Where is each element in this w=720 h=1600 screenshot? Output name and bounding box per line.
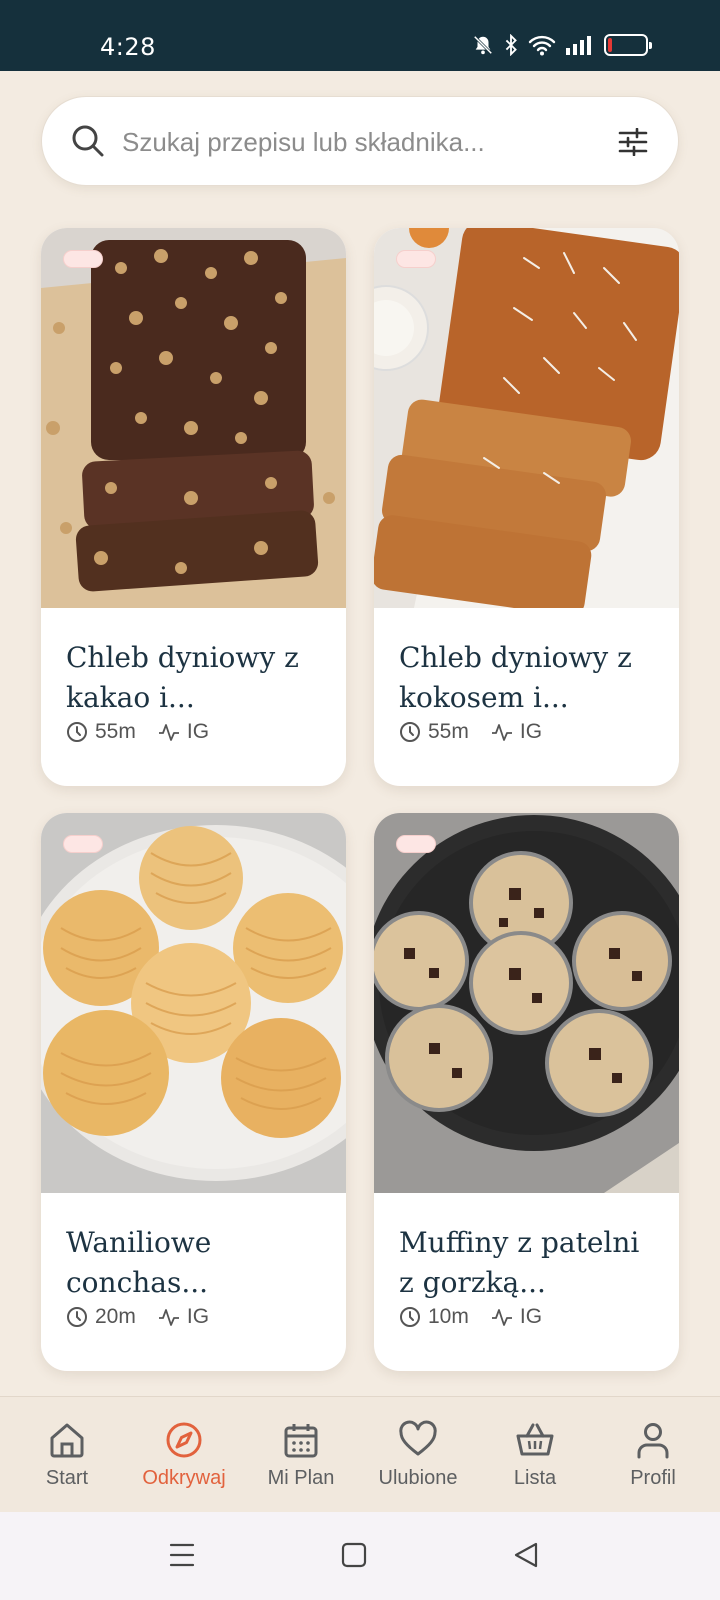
nav-item-start[interactable]: Start (12, 1419, 122, 1490)
recipe-time: 55m (95, 720, 136, 743)
pulse-icon (158, 1309, 179, 1326)
home-square-icon[interactable] (341, 1540, 367, 1570)
pulse-icon (491, 1309, 512, 1326)
recipe-card[interactable]: Chleb dyniowy z kakao i... 55m IG (41, 228, 346, 786)
nav-item-mi-plan[interactable]: Mi Plan (246, 1419, 356, 1490)
pulse-icon (158, 724, 179, 741)
nav-label: Mi Plan (267, 1467, 335, 1489)
clock-icon (400, 722, 420, 742)
status-bar: 4:28 (0, 0, 720, 71)
recipe-title: Chleb dyniowy z kakao i... (66, 641, 299, 714)
recipe-photo (374, 228, 679, 608)
heart-icon (399, 1420, 437, 1456)
recipe-meta: 20m IG (66, 1305, 231, 1329)
bottom-nav: Start Odkrywaj Mi Plan Ulubione Lista Pr… (0, 1396, 720, 1512)
recipe-badge (396, 250, 436, 268)
nav-item-ulubione[interactable]: Ulubione (363, 1419, 473, 1490)
compass-icon (166, 1422, 202, 1458)
recipe-photo (41, 228, 346, 608)
status-time: 4:28 (100, 33, 156, 61)
recipe-meta: 10m IG (399, 1305, 564, 1329)
recipe-badge (396, 835, 436, 853)
nav-label: Odkrywaj (142, 1467, 226, 1489)
wifi-icon (528, 35, 556, 56)
user-icon (637, 1423, 669, 1459)
home-icon (50, 1423, 84, 1458)
recipe-ig: IG (519, 1305, 543, 1328)
nav-label: Ulubione (378, 1467, 458, 1489)
recipe-time: 55m (428, 720, 469, 743)
search-bar[interactable] (41, 96, 679, 186)
nav-item-profil[interactable]: Profil (598, 1419, 708, 1490)
battery-icon (604, 34, 652, 56)
recipe-card[interactable]: Chleb dyniowy z kokosem i... 55m IG (374, 228, 679, 786)
clock-icon (67, 722, 87, 742)
recents-menu-icon[interactable] (168, 1540, 196, 1570)
clock-icon (67, 1307, 87, 1327)
pulse-icon (491, 724, 512, 741)
recipe-badge (63, 835, 103, 853)
recipe-card[interactable]: Muffiny z patelni z gorzką... 10m IG (374, 813, 679, 1371)
nav-label: Profil (630, 1467, 676, 1489)
recipe-photo (374, 813, 679, 1193)
recipe-ig: IG (186, 720, 210, 743)
recipe-title: Chleb dyniowy z kokosem i... (399, 641, 632, 714)
status-icons (472, 34, 652, 56)
recipe-meta: 55m IG (66, 720, 231, 744)
recipe-title: Muffiny z patelni z gorzką... (399, 1226, 640, 1299)
filter-sliders-icon[interactable] (618, 128, 648, 156)
recipe-title: Waniliowe conchas... (66, 1226, 212, 1299)
recipe-meta: 55m IG (399, 720, 564, 744)
calendar-icon (284, 1424, 318, 1458)
system-nav-bar (0, 1512, 720, 1600)
back-triangle-icon[interactable] (512, 1540, 540, 1570)
nav-item-odkrywaj[interactable]: Odkrywaj (129, 1419, 239, 1490)
recipe-time: 20m (95, 1305, 136, 1328)
nav-item-lista[interactable]: Lista (480, 1419, 590, 1490)
recipe-time: 10m (428, 1305, 469, 1328)
recipe-card[interactable]: Waniliowe conchas... 20m IG (41, 813, 346, 1371)
nav-label: Lista (513, 1467, 557, 1489)
clock-icon (400, 1307, 420, 1327)
bluetooth-icon (505, 34, 517, 56)
search-input[interactable] (122, 117, 592, 167)
recipe-badge (63, 250, 103, 268)
recipe-ig: IG (186, 1305, 210, 1328)
nav-label: Start (45, 1467, 89, 1489)
recipe-photo (41, 813, 346, 1193)
mute-bell-icon (473, 35, 493, 55)
recipe-ig: IG (519, 720, 543, 743)
signal-icon (566, 36, 591, 55)
basket-icon (516, 1423, 554, 1456)
search-icon (72, 125, 104, 157)
